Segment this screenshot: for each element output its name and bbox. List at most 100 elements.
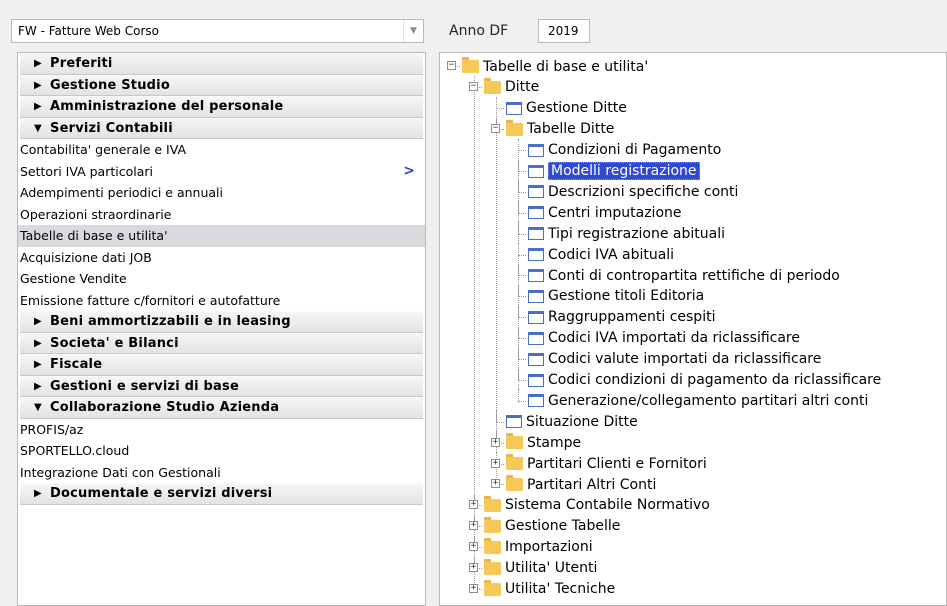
menu-label: PROFIS/az	[20, 421, 84, 437]
menu-item[interactable]: PROFIS/az	[18, 419, 425, 441]
tree-node[interactable]: Codici IVA abituali	[528, 244, 674, 265]
tree-node-label: Codici condizioni di pagamento da riclas…	[548, 372, 882, 388]
tree-node[interactable]: Conti di contropartita rettifiche di per…	[528, 265, 840, 286]
menu-section[interactable]: ▶ Societa' e Bilanci	[20, 332, 423, 354]
menu-label: Contabilita' generale e IVA	[20, 142, 187, 157]
tree-node-label: Generazione/collegamento partitari altri…	[548, 392, 869, 409]
folder-icon	[506, 433, 523, 450]
menu-label: Gestione Studio	[50, 77, 170, 93]
tree-node[interactable]: Importazioni	[484, 537, 593, 558]
tree-node[interactable]: Tabelle Ditte	[506, 119, 614, 140]
document-icon	[506, 415, 522, 429]
tree-node[interactable]: Utilita' Utenti	[484, 558, 597, 579]
tree-node[interactable]: Codici condizioni di pagamento da riclas…	[528, 370, 881, 391]
collapse-icon[interactable]: −	[469, 82, 478, 92]
tree-node-label: Ditte	[505, 79, 540, 96]
triangle-right-icon: ▶	[34, 316, 42, 328]
menu-item[interactable]: Emissione fatture c/fornitori e autofatt…	[18, 290, 425, 312]
menu-section[interactable]: ▶ Amministrazione del personale	[20, 96, 423, 118]
tree-node[interactable]: Condizioni di Pagamento	[528, 140, 721, 161]
tree-node[interactable]: Centri imputazione	[528, 202, 682, 223]
tree-node[interactable]: Stampe	[506, 432, 581, 453]
tree-node[interactable]: Tabelle di base e utilita'	[462, 56, 648, 77]
tree-node[interactable]: Ditte	[484, 77, 539, 98]
expand-icon[interactable]: +	[469, 500, 478, 510]
menu-label: Gestione Vendite	[20, 271, 127, 286]
tree-node-label: Situazione Ditte	[526, 413, 638, 430]
menu-item[interactable]: Acquisizione dati JOB	[18, 247, 425, 269]
chevron-right-icon[interactable]: >	[403, 161, 415, 182]
tree-node[interactable]: Modelli registrazione	[528, 161, 700, 182]
folder-icon	[484, 537, 501, 554]
triangle-right-icon: ▶	[34, 488, 42, 500]
tree-node-label: Codici IVA abituali	[548, 246, 675, 263]
expand-icon[interactable]: +	[469, 521, 478, 531]
ditta-combo[interactable]: FW - Fatture Web Corso ▼	[11, 19, 424, 43]
menu-section[interactable]: ▶ Gestioni e servizi di base	[20, 375, 423, 397]
menu-item[interactable]: Settori IVA particolari >	[18, 161, 425, 183]
tree-connector	[518, 400, 526, 402]
tree-node-label: Tipi registrazione abituali	[548, 225, 726, 242]
tree-connector	[518, 191, 526, 193]
tree-node[interactable]: Codici IVA importati da riclassificare	[528, 328, 800, 349]
chevron-down-icon[interactable]: ▼	[403, 20, 423, 42]
tree-node-label: Centri imputazione	[548, 204, 682, 221]
tree-connector	[518, 359, 526, 361]
tree-node-label: Stampe	[527, 434, 582, 451]
triangle-right-icon: ▶	[34, 101, 42, 113]
menu-section[interactable]: ▶ Gestione Studio	[20, 74, 423, 96]
folder-icon	[484, 495, 501, 512]
expand-icon[interactable]: +	[469, 563, 478, 573]
tree-node[interactable]: Sistema Contabile Normativo	[484, 495, 710, 516]
collapse-icon[interactable]: −	[491, 124, 500, 134]
tree-node[interactable]: Utilita' Tecniche	[484, 579, 615, 600]
menu-section[interactable]: ▶ Beni ammortizzabili e in leasing	[20, 311, 423, 333]
tree-node[interactable]: Gestione titoli Editoria	[528, 286, 704, 307]
expand-icon[interactable]: +	[491, 458, 500, 468]
tree-node-label: Tabelle Ditte	[527, 121, 615, 138]
document-icon	[528, 206, 544, 220]
menu-item[interactable]: Adempimenti periodici e annuali	[18, 182, 425, 204]
expand-icon[interactable]: +	[469, 542, 478, 552]
expand-icon[interactable]: +	[469, 583, 478, 593]
menu-section[interactable]: ▶ Fiscale	[20, 354, 423, 376]
tree-connector	[518, 254, 526, 256]
tree-connector	[474, 75, 475, 506]
tree-node[interactable]: Situazione Ditte	[506, 411, 638, 432]
document-icon	[506, 101, 522, 115]
document-icon	[528, 227, 544, 241]
menu-section[interactable]: ▼ Servizi Contabili	[20, 117, 423, 139]
tree-node[interactable]: Codici valute importati da riclassificar…	[528, 349, 821, 370]
tree-node[interactable]: Tipi registrazione abituali	[528, 223, 725, 244]
collapse-icon[interactable]: −	[447, 61, 456, 71]
tree-node-label: Importazioni	[505, 539, 593, 556]
tree-node[interactable]: Raggruppamenti cespiti	[528, 307, 715, 328]
tree-node[interactable]: Gestione Ditte	[506, 98, 627, 119]
menu-item[interactable]: Contabilita' generale e IVA	[18, 139, 425, 161]
tree-node-label: Gestione Ditte	[526, 100, 627, 117]
document-icon	[528, 394, 544, 408]
tree-panel: Tabelle di base e utilita' − Ditte − Gestion…	[439, 52, 947, 606]
tree-node[interactable]: Gestione Tabelle	[484, 516, 620, 537]
expand-icon[interactable]: +	[491, 437, 500, 447]
expand-icon[interactable]: +	[491, 479, 500, 489]
menu-section[interactable]: ▶ Documentale e servizi diversi	[20, 483, 423, 505]
left-menu-panel: ▶ Preferiti ▶ Gestione Studio ▶ Amministrazio…	[17, 52, 426, 606]
tree-node-label: Sistema Contabile Normativo	[505, 497, 710, 514]
menu-item[interactable]: Gestione Vendite	[18, 268, 425, 290]
tree-node[interactable]: Generazione/collegamento partitari altri…	[528, 390, 868, 411]
menu-section[interactable]: ▶ Preferiti	[20, 53, 423, 75]
menu-section[interactable]: ▼ Collaborazione Studio Azienda	[20, 397, 423, 419]
menu-item[interactable]: SPORTELLO.cloud	[18, 440, 425, 462]
menu-label: Documentale e servizi diversi	[50, 486, 273, 502]
tree-node[interactable]: Partitari Clienti e Fornitori	[506, 453, 707, 474]
menu-item[interactable]: Operazioni straordinarie	[18, 204, 425, 226]
menu-item[interactable]: Integrazione Dati con Gestionali	[18, 462, 425, 484]
tree-node[interactable]: Descrizioni specifiche conti	[528, 181, 738, 202]
tree-node[interactable]: Partitari Altri Conti	[506, 474, 656, 495]
tree-node-label: Raggruppamenti cespiti	[548, 309, 716, 326]
anno-input[interactable]: 2019	[538, 19, 590, 43]
menu-label: Collaborazione Studio Azienda	[50, 400, 280, 416]
triangle-right-icon: ▶	[34, 359, 42, 371]
menu-item[interactable]: Tabelle di base e utilita'	[18, 225, 425, 247]
